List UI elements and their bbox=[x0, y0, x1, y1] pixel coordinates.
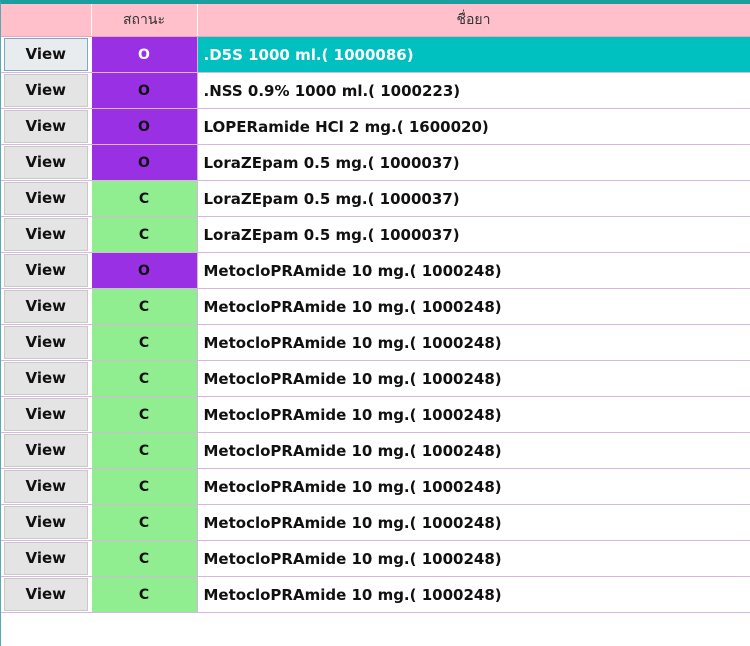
table-row[interactable]: View C MetocloPRAmide 10 mg.( 1000248) bbox=[1, 360, 750, 397]
table-row[interactable]: View C MetocloPRAmide 10 mg.( 1000248) bbox=[1, 576, 750, 613]
drug-name-cell[interactable]: MetocloPRAmide 10 mg.( 1000248) bbox=[197, 324, 750, 361]
view-cell: View bbox=[1, 468, 92, 505]
drug-name-cell[interactable]: .NSS 0.9% 1000 ml.( 1000223) bbox=[197, 72, 750, 109]
drug-name-cell[interactable]: MetocloPRAmide 10 mg.( 1000248) bbox=[197, 432, 750, 469]
view-button[interactable]: View bbox=[3, 218, 88, 251]
table-row[interactable]: View C MetocloPRAmide 10 mg.( 1000248) bbox=[1, 468, 750, 505]
view-button[interactable]: View bbox=[3, 362, 88, 395]
view-cell: View bbox=[1, 360, 92, 397]
table-row[interactable]: View C MetocloPRAmide 10 mg.( 1000248) bbox=[1, 540, 750, 577]
table-row[interactable]: View C MetocloPRAmide 10 mg.( 1000248) bbox=[1, 324, 750, 361]
view-button[interactable]: View bbox=[3, 254, 88, 287]
view-cell: View bbox=[1, 288, 92, 325]
view-cell: View bbox=[1, 324, 92, 361]
header-view bbox=[1, 4, 92, 37]
status-badge: C bbox=[91, 216, 198, 253]
status-badge: C bbox=[91, 540, 198, 577]
status-badge: C bbox=[91, 396, 198, 433]
drug-name-cell[interactable]: LOPERamide HCl 2 mg.( 1600020) bbox=[197, 108, 750, 145]
table-row[interactable]: View C LoraZEpam 0.5 mg.( 1000037) bbox=[1, 180, 750, 217]
view-cell: View bbox=[1, 72, 92, 109]
status-badge: C bbox=[91, 360, 198, 397]
status-badge: O bbox=[91, 36, 198, 73]
drug-name-cell[interactable]: LoraZEpam 0.5 mg.( 1000037) bbox=[197, 180, 750, 217]
view-button[interactable]: View bbox=[3, 434, 88, 467]
view-button[interactable]: View bbox=[3, 398, 88, 431]
drug-name-cell[interactable]: MetocloPRAmide 10 mg.( 1000248) bbox=[197, 540, 750, 577]
status-badge: O bbox=[91, 144, 198, 181]
view-button[interactable]: View bbox=[3, 146, 88, 179]
status-badge: C bbox=[91, 180, 198, 217]
view-cell: View bbox=[1, 216, 92, 253]
table-row[interactable]: View O MetocloPRAmide 10 mg.( 1000248) bbox=[1, 252, 750, 289]
drug-name-cell[interactable]: MetocloPRAmide 10 mg.( 1000248) bbox=[197, 252, 750, 289]
table-header-row: สถานะ ชื่อยา bbox=[1, 4, 750, 37]
view-button[interactable]: View bbox=[3, 290, 88, 323]
table-row[interactable]: View O LoraZEpam 0.5 mg.( 1000037) bbox=[1, 144, 750, 181]
view-button[interactable]: View bbox=[3, 74, 88, 107]
view-button[interactable]: View bbox=[3, 470, 88, 503]
status-badge: C bbox=[91, 468, 198, 505]
view-button[interactable]: View bbox=[3, 38, 88, 71]
table-row[interactable]: View C MetocloPRAmide 10 mg.( 1000248) bbox=[1, 288, 750, 325]
drug-name-cell[interactable]: MetocloPRAmide 10 mg.( 1000248) bbox=[197, 504, 750, 541]
table-row[interactable]: View O LOPERamide HCl 2 mg.( 1600020) bbox=[1, 108, 750, 145]
table-row[interactable]: View O .D5S 1000 ml.( 1000086) bbox=[1, 36, 750, 73]
view-cell: View bbox=[1, 252, 92, 289]
drug-name-cell[interactable]: MetocloPRAmide 10 mg.( 1000248) bbox=[197, 360, 750, 397]
drug-name-cell[interactable]: LoraZEpam 0.5 mg.( 1000037) bbox=[197, 216, 750, 253]
status-badge: C bbox=[91, 432, 198, 469]
view-cell: View bbox=[1, 576, 92, 613]
table-row[interactable]: View C MetocloPRAmide 10 mg.( 1000248) bbox=[1, 396, 750, 433]
view-button[interactable]: View bbox=[3, 326, 88, 359]
view-cell: View bbox=[1, 36, 92, 73]
table-body: View O .D5S 1000 ml.( 1000086) View O .NSS 0.… bbox=[1, 36, 750, 613]
table-row[interactable]: View C LoraZEpam 0.5 mg.( 1000037) bbox=[1, 216, 750, 253]
view-button[interactable]: View bbox=[3, 578, 88, 611]
drug-name-cell[interactable]: .D5S 1000 ml.( 1000086) bbox=[197, 36, 750, 73]
status-badge: O bbox=[91, 72, 198, 109]
drug-name-cell[interactable]: MetocloPRAmide 10 mg.( 1000248) bbox=[197, 288, 750, 325]
view-cell: View bbox=[1, 432, 92, 469]
view-button[interactable]: View bbox=[3, 110, 88, 143]
status-badge: O bbox=[91, 252, 198, 289]
view-button[interactable]: View bbox=[3, 182, 88, 215]
status-badge: C bbox=[91, 576, 198, 613]
status-badge: O bbox=[91, 108, 198, 145]
table-row[interactable]: View C MetocloPRAmide 10 mg.( 1000248) bbox=[1, 432, 750, 469]
view-cell: View bbox=[1, 540, 92, 577]
status-badge: C bbox=[91, 504, 198, 541]
view-cell: View bbox=[1, 504, 92, 541]
drug-name-cell[interactable]: MetocloPRAmide 10 mg.( 1000248) bbox=[197, 468, 750, 505]
drug-name-cell[interactable]: LoraZEpam 0.5 mg.( 1000037) bbox=[197, 144, 750, 181]
view-cell: View bbox=[1, 144, 92, 181]
table-row[interactable]: View O .NSS 0.9% 1000 ml.( 1000223) bbox=[1, 72, 750, 109]
view-cell: View bbox=[1, 396, 92, 433]
drug-name-cell[interactable]: MetocloPRAmide 10 mg.( 1000248) bbox=[197, 576, 750, 613]
drug-name-cell[interactable]: MetocloPRAmide 10 mg.( 1000248) bbox=[197, 396, 750, 433]
status-badge: C bbox=[91, 324, 198, 361]
medication-grid-frame: สถานะ ชื่อยา View O .D5S 1000 ml.( 1000086… bbox=[0, 0, 750, 646]
view-cell: View bbox=[1, 108, 92, 145]
header-drug-name[interactable]: ชื่อยา bbox=[197, 4, 750, 37]
table-row[interactable]: View C MetocloPRAmide 10 mg.( 1000248) bbox=[1, 504, 750, 541]
medication-table: สถานะ ชื่อยา View O .D5S 1000 ml.( 1000086… bbox=[1, 4, 750, 613]
header-status[interactable]: สถานะ bbox=[91, 4, 198, 37]
status-badge: C bbox=[91, 288, 198, 325]
view-button[interactable]: View bbox=[3, 542, 88, 575]
view-button[interactable]: View bbox=[3, 506, 88, 539]
view-cell: View bbox=[1, 180, 92, 217]
